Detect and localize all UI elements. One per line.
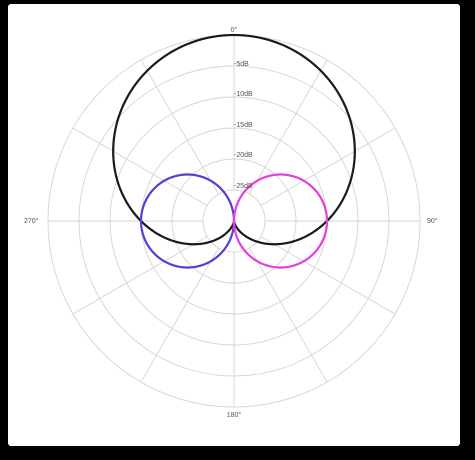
screen-frame: 0° 90° 180° 270° -5dB -10dB -15dB -20dB … [0, 0, 475, 460]
angle-label-90: 90° [427, 217, 438, 225]
angle-label-0: 0° [231, 26, 238, 34]
chart-panel: 0° 90° 180° 270° -5dB -10dB -15dB -20dB … [8, 4, 460, 446]
polar-labels: 0° 90° 180° 270° -5dB -10dB -15dB -20dB … [24, 26, 438, 419]
radial-label-5db: -5dB [234, 61, 249, 68]
angle-label-180: 180° [227, 411, 242, 419]
angle-label-270: 270° [24, 217, 39, 225]
radial-label-20db: -20dB [234, 152, 253, 159]
radial-label-10db: -10dB [234, 91, 253, 98]
polar-pattern-chart: 0° 90° 180° 270° -5dB -10dB -15dB -20dB … [24, 26, 438, 419]
radial-label-25db: -25dB [234, 183, 253, 190]
radial-label-15db: -15dB [234, 122, 253, 129]
